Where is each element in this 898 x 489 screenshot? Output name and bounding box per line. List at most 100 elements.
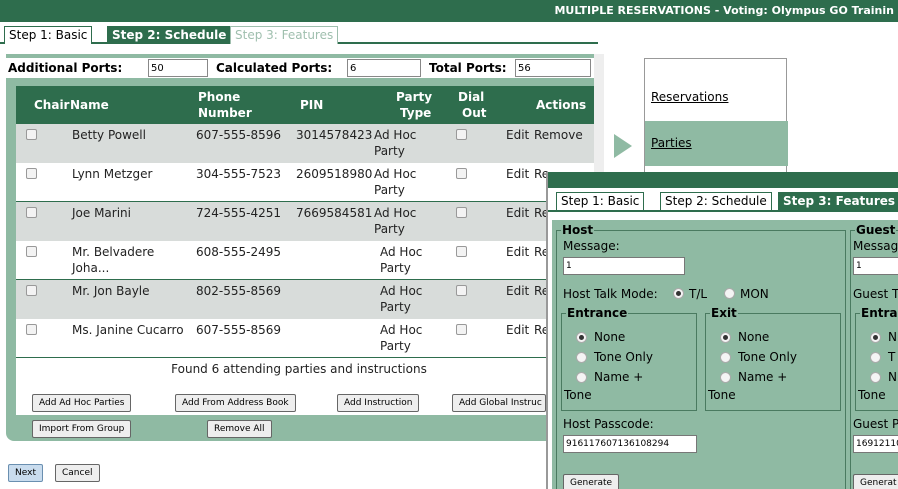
chair-checkbox[interactable]: [26, 285, 37, 296]
tab-step1-basic[interactable]: Step 1: Basic: [4, 26, 93, 44]
dialout-checkbox[interactable]: [456, 285, 467, 296]
party-type-line2: Party: [380, 261, 411, 275]
chair-checkbox[interactable]: [26, 246, 37, 257]
dialog-tab-step3-features[interactable]: Step 3: Features: [778, 192, 898, 210]
party-pin: 7669584581: [296, 206, 373, 220]
edit-link[interactable]: Edit: [506, 204, 529, 222]
entrance-name-tone-radio[interactable]: [576, 372, 587, 383]
guest-fieldset: Guest Messag 1 Guest T Entra N T N Tone …: [850, 223, 898, 489]
exit-tone-only-radio[interactable]: [720, 352, 731, 363]
side-nav-parties[interactable]: Parties: [645, 121, 788, 166]
add-from-address-book-button[interactable]: Add From Address Book: [175, 394, 296, 412]
exit-none-radio[interactable]: [720, 332, 731, 343]
dialout-checkbox[interactable]: [456, 207, 467, 218]
entrance-name-label: Name +: [594, 370, 644, 384]
party-name: Betty Powell: [72, 128, 146, 142]
party-phone: 608-555-2495: [196, 245, 282, 259]
additional-ports-label: Additional Ports:: [8, 61, 123, 75]
col-phone-line1: Phone: [198, 90, 241, 104]
dialout-checkbox[interactable]: [456, 324, 467, 335]
talk-mode-tl-radio[interactable]: [673, 288, 684, 299]
add-adhoc-parties-button[interactable]: Add Ad Hoc Parties: [32, 394, 132, 412]
ports-bar: Additional Ports: 50 Calculated Ports: 6…: [6, 58, 598, 78]
total-ports-field: 56: [515, 59, 591, 77]
host-passcode-input[interactable]: 916117607136108294: [563, 435, 697, 453]
dialog-tab-step1-basic[interactable]: Step 1: Basic: [556, 192, 645, 210]
dialog-tabs: Step 1: Basic Step 2: Schedule Step 3: F…: [548, 188, 898, 212]
entrance-legend: Entrance: [566, 306, 629, 320]
talk-mode-tl-label: T/L: [689, 287, 708, 301]
guest-legend: Guest: [855, 223, 897, 237]
next-button[interactable]: Next: [8, 464, 43, 482]
guest-entrance-tone-only-radio[interactable]: [870, 352, 881, 363]
entrance-tone-label: Tone: [564, 388, 592, 402]
party-phone: 607-555-8596: [196, 128, 282, 142]
table-row: :: Betty Powell 607-555-8596 3014578423 …: [16, 124, 594, 163]
table-row: :: Mr. Jon Bayle 802-555-8569 Ad Hoc Par…: [16, 280, 594, 319]
dialog-tab-step2-schedule[interactable]: Step 2: Schedule: [660, 192, 772, 210]
guest-entrance-name-tone-radio[interactable]: [870, 372, 881, 383]
host-generate-button[interactable]: Generate: [563, 474, 620, 489]
side-nav-reservations[interactable]: Reservations: [645, 75, 788, 120]
chair-checkbox[interactable]: [26, 324, 37, 335]
entrance-none-radio[interactable]: [576, 332, 587, 343]
calculated-ports-label: Calculated Ports:: [216, 61, 333, 75]
col-name: Name: [70, 98, 109, 112]
guest-entrance-legend: Entra: [860, 306, 898, 320]
party-type-line2: Party: [380, 339, 411, 353]
guest-passcode-input[interactable]: 16912110: [853, 435, 898, 453]
exit-none-label: None: [738, 330, 770, 344]
edit-link[interactable]: Edit: [506, 243, 529, 261]
guest-entrance-tone-label: Tone: [858, 388, 886, 402]
col-phone-line2: Number: [198, 106, 252, 120]
tab-step2-schedule[interactable]: Step 2: Schedule: [107, 26, 232, 44]
talk-mode-mon-label: MON: [740, 287, 769, 301]
remove-all-button[interactable]: Remove All: [207, 420, 272, 438]
talk-mode-mon-radio[interactable]: [724, 288, 735, 299]
chair-checkbox[interactable]: [26, 207, 37, 218]
guest-entrance-none-radio[interactable]: [870, 332, 881, 343]
party-type-line2: Party: [380, 300, 411, 314]
guest-generate-button[interactable]: Generat: [853, 474, 898, 489]
party-phone: 724-555-4251: [196, 206, 282, 220]
chair-checkbox[interactable]: [26, 129, 37, 140]
exit-fieldset: Exit None Tone Only Name + Tone: [705, 306, 841, 411]
add-global-instruction-button[interactable]: Add Global Instruc: [452, 394, 546, 412]
additional-ports-input[interactable]: 50: [148, 59, 208, 77]
features-dialog: Step 1: Basic Step 2: Schedule Step 3: F…: [546, 172, 898, 489]
add-instruction-button[interactable]: Add Instruction: [337, 394, 420, 412]
guest-message-input[interactable]: 1: [853, 257, 898, 275]
remove-link[interactable]: Remove: [534, 126, 583, 144]
tab-step3-features[interactable]: Step 3: Features: [230, 26, 339, 44]
dialout-checkbox[interactable]: [456, 246, 467, 257]
table-row: :: Lynn Metzger 304-555-7523 2609518980 …: [16, 163, 594, 202]
step-tabs: Step 1: Basic Step 2: Schedule Step 3: F…: [0, 22, 598, 44]
party-name: Mr. Jon Bayle: [72, 284, 150, 298]
found-summary: Found 6 attending parties and instructio…: [171, 362, 427, 376]
party-phone: 802-555-8569: [196, 284, 282, 298]
exit-name-tone-radio[interactable]: [720, 372, 731, 383]
edit-link[interactable]: Edit: [506, 282, 529, 300]
guest-passcode-label: Guest P: [853, 417, 898, 431]
host-message-input[interactable]: 1: [563, 257, 685, 275]
import-from-group-button[interactable]: Import From Group: [32, 420, 132, 438]
dialout-checkbox[interactable]: [456, 129, 467, 140]
party-phone: 304-555-7523: [196, 167, 282, 181]
chair-checkbox[interactable]: [26, 168, 37, 179]
table-row: :: Ms. Janine Cucarro 607-555-8569 Ad Ho…: [16, 319, 594, 358]
guest-message-label: Messag: [853, 239, 898, 253]
edit-link[interactable]: Edit: [506, 165, 529, 183]
host-legend: Host: [561, 223, 595, 237]
entrance-tone-only-radio[interactable]: [576, 352, 587, 363]
window-titlebar: MULTIPLE RESERVATIONS - Voting: Olympus …: [0, 0, 898, 22]
edit-link[interactable]: Edit: [506, 321, 529, 339]
dialog-titlebar: [548, 172, 898, 188]
party-pin: 2609518980: [296, 167, 373, 181]
table-row: :: Joe Marini 724-555-4251 7669584581 Ad…: [16, 202, 594, 241]
col-type-line2: Type: [400, 106, 432, 120]
edit-link[interactable]: Edit: [506, 126, 529, 144]
dialout-checkbox[interactable]: [456, 168, 467, 179]
party-type-line2: Party: [374, 222, 405, 236]
table-header: Chair Name Phone Number PIN Party Type D…: [16, 86, 594, 124]
cancel-button[interactable]: Cancel: [55, 464, 100, 482]
